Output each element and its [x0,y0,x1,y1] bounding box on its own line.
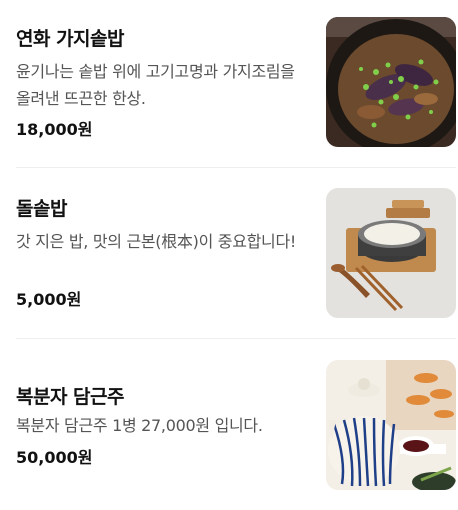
bokbunja-liquor-photo[interactable] [326,360,456,490]
divider [16,338,456,339]
menu-item-price: 5,000원 [16,290,82,309]
menu-item-price: 50,000원 [16,448,93,467]
menu-item-name: 연화 가지솥밥 [16,28,125,50]
stone-pot-rice-photo[interactable] [326,188,456,318]
menu-list: 연화 가지솥밥 윤기나는 솥밥 위에 고기고명과 가지조림을 올려낸 뜨끈한 한… [0,0,458,501]
menu-item-bokbunja-liquor[interactable]: 복분자 담근주 복분자 담근주 1병 27,000원 입니다. 50,000원 [0,340,458,510]
menu-item-eggplant-rice[interactable]: 연화 가지솥밥 윤기나는 솥밥 위에 고기고명과 가지조림을 올려낸 뜨끈한 한… [0,0,458,170]
divider [16,167,456,168]
menu-item-description: 복분자 담근주 1병 27,000원 입니다. [16,416,263,435]
menu-item-price: 18,000원 [16,120,93,139]
menu-item-description: 갓 지은 밥, 맛의 근본(根本)이 중요합니다! [16,232,296,251]
menu-item-stone-pot-rice[interactable]: 돌솥밥 갓 지은 밥, 맛의 근본(根本)이 중요합니다! 5,000원 [0,170,458,340]
menu-item-description: 윤기나는 솥밥 위에 고기고명과 가지조림을 올려낸 뜨끈한 한상. [16,62,295,108]
menu-item-name: 돌솥밥 [16,198,67,220]
eggplant-rice-photo[interactable] [326,17,456,147]
menu-item-name: 복분자 담근주 [16,386,125,408]
